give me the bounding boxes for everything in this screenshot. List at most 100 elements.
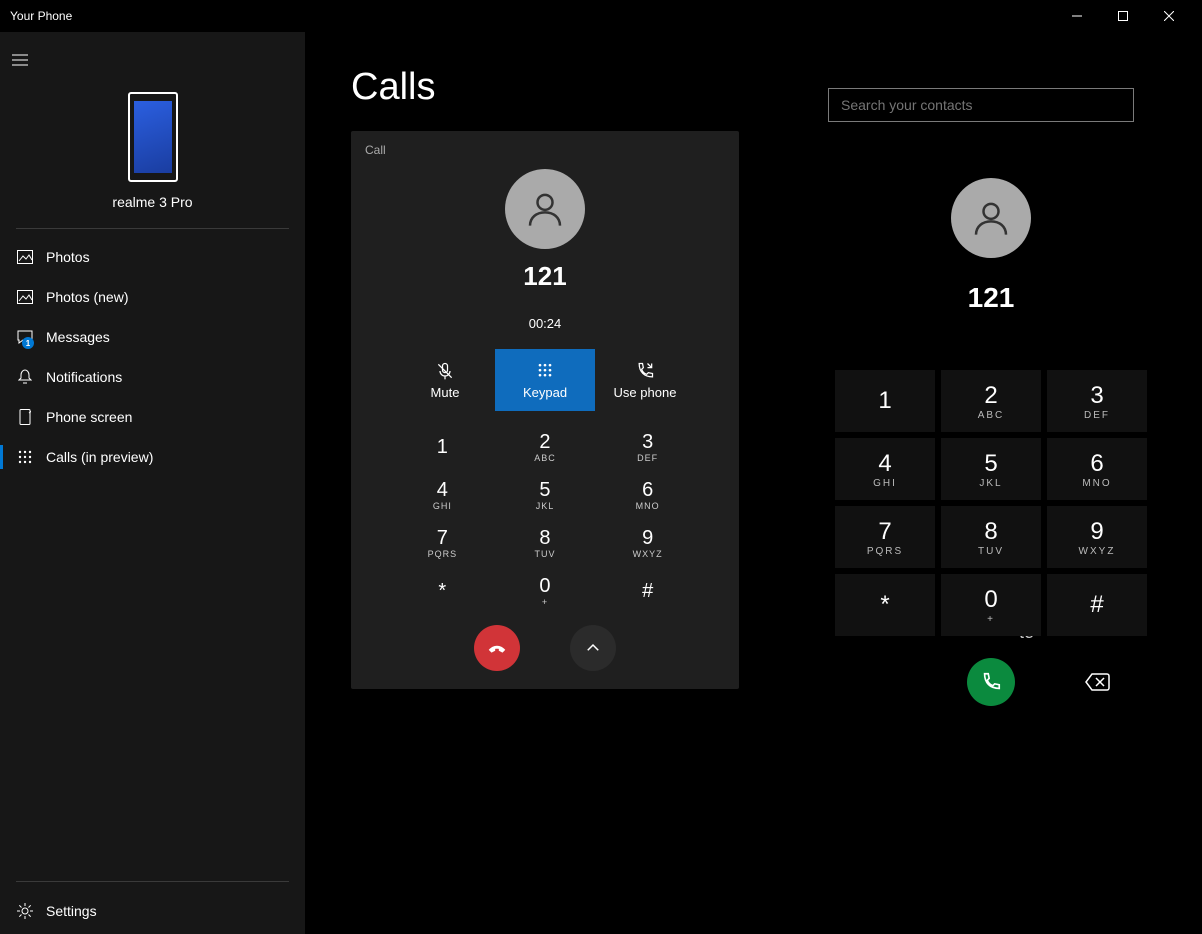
keypad-digit: 2 [539, 431, 550, 454]
keypad-button[interactable]: Keypad [495, 349, 595, 411]
mute-button[interactable]: Mute [395, 349, 495, 411]
use-phone-button[interactable]: Use phone [595, 349, 695, 411]
sidebar-item-label: Phone screen [46, 409, 132, 425]
sidebar-item-photos-new[interactable]: Photos (new) [0, 277, 305, 317]
mute-label: Mute [431, 385, 460, 400]
keypad-key-9[interactable]: 9WXYZ [1047, 506, 1147, 568]
keypad-letters: ABC [978, 410, 1005, 421]
backspace-button[interactable] [1047, 672, 1147, 692]
search-contacts-input[interactable] [828, 88, 1134, 122]
keypad-key-7[interactable]: 7PQRS [391, 519, 494, 567]
keypad-letters: DEF [637, 453, 658, 463]
chevron-up-icon [584, 639, 602, 657]
device-name: realme 3 Pro [0, 190, 305, 228]
sidebar-item-label: Settings [46, 903, 97, 919]
collapse-keypad-button[interactable] [570, 625, 616, 671]
sidebar-item-label: Photos [46, 249, 90, 265]
keypad-key-1[interactable]: 1 [391, 423, 494, 471]
keypad-key-#[interactable]: # [1047, 574, 1147, 636]
maximize-button[interactable] [1100, 0, 1146, 32]
keypad-letters: JKL [979, 478, 1002, 489]
keypad-digit: 3 [1090, 382, 1103, 410]
keypad-key-6[interactable]: 6MNO [596, 471, 699, 519]
keypad-digit: * [880, 591, 889, 619]
keypad-digit: 7 [437, 527, 448, 550]
keypad-digit: 4 [437, 479, 448, 502]
keypad-key-8[interactable]: 8TUV [494, 519, 597, 567]
keypad-key-0[interactable]: 0+ [941, 574, 1041, 636]
keypad-key-4[interactable]: 4GHI [391, 471, 494, 519]
keypad-key-5[interactable]: 5JKL [494, 471, 597, 519]
sidebar-item-notifications[interactable]: Notifications [0, 357, 305, 397]
place-call-button[interactable] [967, 658, 1015, 706]
keypad-letters: PQRS [428, 549, 458, 559]
hamburger-button[interactable] [0, 40, 40, 80]
minimize-button[interactable] [1054, 0, 1100, 32]
sidebar-item-label: Notifications [46, 369, 122, 385]
keypad-digit: 6 [642, 479, 653, 502]
keypad-key-8[interactable]: 8TUV [941, 506, 1041, 568]
sidebar-item-messages[interactable]: 1 Messages [0, 317, 305, 357]
keypad-key-*[interactable]: * [835, 574, 935, 636]
hangup-button[interactable] [474, 625, 520, 671]
keypad-key-3[interactable]: 3DEF [596, 423, 699, 471]
close-button[interactable] [1146, 0, 1192, 32]
keypad-key-4[interactable]: 4GHI [835, 438, 935, 500]
dialer-column: 121 12ABC3DEF4GHI5JKL6MNO7PQRS8TUV9WXYZ*… [768, 32, 1202, 934]
keypad-key-0[interactable]: 0+ [494, 567, 597, 615]
person-icon [971, 198, 1011, 238]
sidebar-item-photos[interactable]: Photos [0, 237, 305, 277]
calls-column: Calls Call 121 00:24 Mute Keypad [305, 32, 768, 934]
image-icon [14, 290, 36, 304]
keypad-key-9[interactable]: 9WXYZ [596, 519, 699, 567]
dial-avatar [951, 178, 1031, 258]
sidebar-item-calls[interactable]: Calls (in preview) [0, 437, 305, 477]
keypad-label: Keypad [523, 385, 567, 400]
call-timer: 00:24 [363, 316, 727, 331]
caller-avatar [505, 169, 585, 249]
keypad-letters: DEF [1084, 410, 1110, 421]
hamburger-icon [12, 54, 28, 66]
dial-number: 121 [828, 282, 1154, 314]
keypad-letters: WXYZ [1079, 546, 1116, 557]
person-icon [525, 189, 565, 229]
keypad-letters: JKL [536, 501, 555, 511]
keypad-key-5[interactable]: 5JKL [941, 438, 1041, 500]
keypad-key-*[interactable]: * [391, 567, 494, 615]
sidebar: realme 3 Pro Photos Photos (new) 1 Messa… [0, 32, 305, 934]
keypad-digit: 1 [437, 436, 448, 459]
sidebar-item-label: Photos (new) [46, 289, 128, 305]
keypad-letters: TUV [534, 549, 555, 559]
keypad-digit: 8 [984, 518, 997, 546]
maximize-icon [1118, 11, 1128, 21]
keypad-key-2[interactable]: 2ABC [941, 370, 1041, 432]
dial-pad: 12ABC3DEF4GHI5JKL6MNO7PQRS8TUV9WXYZ*0+# [828, 370, 1154, 636]
call-card-label: Call [363, 139, 727, 163]
keypad-digit: # [1090, 591, 1103, 619]
use-phone-label: Use phone [614, 385, 677, 400]
keypad-key-1[interactable]: 1 [835, 370, 935, 432]
keypad-key-6[interactable]: 6MNO [1047, 438, 1147, 500]
keypad-letters: GHI [873, 478, 897, 489]
sidebar-item-phone-screen[interactable]: Phone screen [0, 397, 305, 437]
sidebar-item-settings[interactable]: Settings [16, 888, 289, 934]
keypad-digit: 4 [878, 450, 891, 478]
keypad-key-7[interactable]: 7PQRS [835, 506, 935, 568]
device-image [128, 92, 178, 182]
keypad-letters: ABC [534, 453, 556, 463]
call-keypad: 12ABC3DEF4GHI5JKL6MNO7PQRS8TUV9WXYZ*0+# [391, 423, 699, 615]
backspace-icon [1084, 672, 1110, 692]
phone-screen-icon [14, 409, 36, 425]
keypad-letters: WXYZ [633, 549, 663, 559]
keypad-digit: 8 [539, 527, 550, 550]
keypad-key-#[interactable]: # [596, 567, 699, 615]
phone-transfer-icon [635, 361, 655, 381]
keypad-digit: 0 [984, 586, 997, 614]
sidebar-item-label: Calls (in preview) [46, 449, 153, 465]
keypad-key-3[interactable]: 3DEF [1047, 370, 1147, 432]
keypad-letters: + [542, 597, 548, 607]
keypad-digit: 9 [642, 527, 653, 550]
nav-list: Photos Photos (new) 1 Messages Notificat… [0, 237, 305, 477]
keypad-key-2[interactable]: 2ABC [494, 423, 597, 471]
minimize-icon [1072, 11, 1082, 21]
